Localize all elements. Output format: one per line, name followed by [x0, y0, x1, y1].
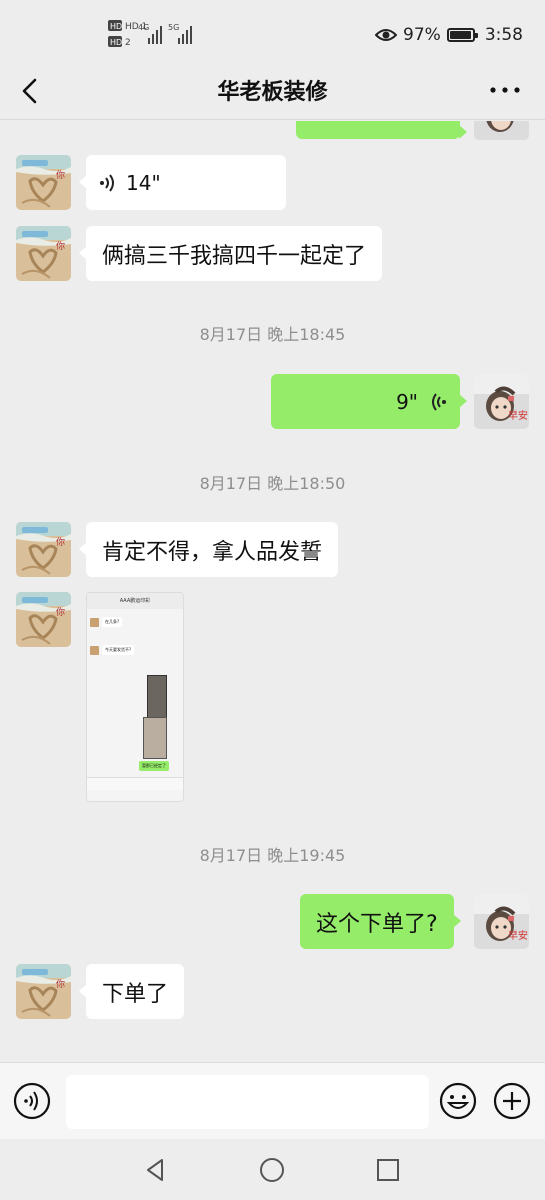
thumb-header: AAA鹏运印彩 — [87, 593, 183, 609]
voice-duration: 14" — [126, 170, 161, 195]
svg-text:你: 你 — [56, 169, 65, 181]
self-avatar[interactable]: 早安 — [474, 374, 529, 429]
system-navigation — [0, 1139, 545, 1200]
thumb-row: 在几条? — [90, 617, 123, 627]
text-message-bubble[interactable]: 这个下单了? — [300, 894, 461, 949]
contact-avatar[interactable]: 你 — [16, 522, 71, 577]
message-bubble-partial[interactable] — [296, 121, 467, 139]
recents-square-icon[interactable] — [373, 1155, 403, 1185]
plus-icon[interactable] — [493, 1082, 531, 1120]
svg-text:HD: HD — [110, 22, 122, 31]
svg-text:HD: HD — [110, 38, 122, 47]
message-text: 肯定不得，拿人品发誓 — [102, 539, 323, 565]
voice-message-bubble[interactable]: 14" — [79, 155, 286, 210]
message-text: 这个下单了? — [316, 911, 438, 937]
svg-text:你: 你 — [56, 536, 65, 548]
self-avatar[interactable] — [474, 121, 529, 140]
svg-text:2: 2 — [125, 38, 131, 48]
signal-icon: HD HD HD 1 2 4G 5G — [108, 20, 192, 48]
status-right: 97% 3:58 — [375, 22, 523, 48]
timestamp: 8月17日 晚上19:45 — [199, 846, 346, 865]
voice-wave-icon — [100, 173, 114, 192]
svg-text:早安: 早安 — [508, 929, 528, 942]
contact-avatar[interactable]: 你 — [16, 226, 71, 281]
self-avatar[interactable]: 早安 — [474, 894, 529, 949]
voice-message-bubble[interactable]: 9" — [271, 374, 467, 429]
text-message-bubble[interactable]: 俩搞三千我搞四千一起定了 — [78, 226, 383, 281]
voice-wave-icon — [432, 392, 446, 411]
battery-icon — [446, 28, 478, 42]
message-text: 下单了 — [102, 981, 169, 1007]
svg-text:4G: 4G — [138, 23, 149, 32]
thumb-row: 今天要发货不? — [90, 645, 135, 655]
text-message-bubble[interactable]: 下单了 — [78, 964, 185, 1019]
voice-duration: 9" — [396, 389, 418, 414]
eye-comfort-icon — [375, 29, 398, 41]
emoji-icon[interactable] — [439, 1082, 477, 1120]
battery-fill — [449, 31, 471, 39]
more-dots-icon[interactable] — [487, 78, 523, 102]
message-list[interactable]: 你 14" 你 俩搞三千我搞四千一起定了 8月17日 晚上18:45 9" 早安… — [0, 121, 545, 1061]
status-bar: HD HD HD 1 2 4G 5G 97% 3:58 — [0, 0, 545, 64]
back-triangle-icon[interactable] — [140, 1155, 170, 1185]
timestamp: 8月17日 晚上18:45 — [199, 325, 346, 344]
contact-avatar[interactable]: 你 — [16, 155, 71, 210]
contact-avatar[interactable]: 你 — [16, 964, 71, 1019]
clock: 3:58 — [484, 25, 523, 45]
message-text: 俩搞三千我搞四千一起定了 — [102, 243, 367, 269]
thumb-photo — [143, 717, 167, 759]
image-message[interactable]: AAA鹏运印彩 在几条? 今天要发货不? 暂那已经定了 — [86, 592, 184, 802]
thumb-input — [87, 777, 183, 790]
thumb-photo — [147, 675, 167, 719]
battery-percent: 97% — [403, 25, 441, 45]
svg-text:你: 你 — [56, 606, 65, 618]
svg-text:你: 你 — [56, 978, 65, 990]
svg-text:你: 你 — [56, 240, 65, 252]
voice-input-icon[interactable] — [13, 1082, 51, 1120]
page-title: 华老板装修 — [217, 80, 328, 105]
message-input[interactable] — [66, 1075, 429, 1129]
contact-avatar[interactable]: 你 — [16, 592, 71, 647]
input-bar — [0, 1062, 545, 1139]
thumb-row: 暂那已经定了 — [139, 761, 169, 771]
svg-text:早安: 早安 — [508, 409, 528, 422]
home-circle-icon[interactable] — [257, 1155, 287, 1185]
svg-text:5G: 5G — [168, 23, 179, 32]
timestamp: 8月17日 晚上18:50 — [199, 474, 346, 493]
chat-header: 华老板装修 — [0, 64, 545, 120]
text-message-bubble[interactable]: 肯定不得，拿人品发誓 — [78, 522, 339, 577]
